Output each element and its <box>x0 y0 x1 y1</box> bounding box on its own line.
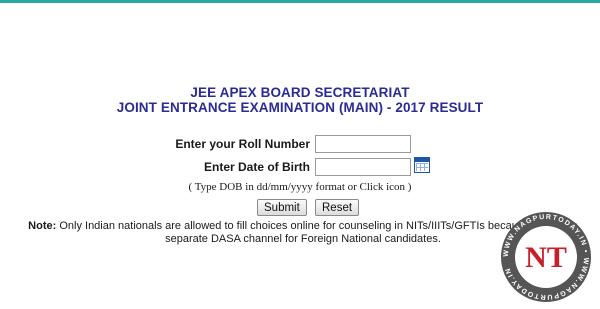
calendar-grid <box>416 163 428 171</box>
dob-label: Enter Date of Birth <box>203 160 310 174</box>
page-title: JEE APEX BOARD SECRETARIAT <box>190 85 410 100</box>
note-label: Note: <box>28 220 57 232</box>
dob-input[interactable] <box>315 158 411 176</box>
note-text: Note: Only Indian nationals are allowed … <box>28 220 578 245</box>
calendar-icon[interactable] <box>414 157 430 173</box>
logo-letters: NT <box>525 241 567 274</box>
nagpur-today-watermark-logo: WWW.NAGPURTODAY.IN • WWW.NAGPURTODAY.IN … <box>501 212 591 302</box>
roll-number-label: Enter your Roll Number <box>175 137 310 151</box>
dob-format-hint: ( Type DOB in dd/mm/yyyy format or Click… <box>188 181 412 193</box>
dob-row: Enter Date of Birth <box>0 158 310 178</box>
submit-button[interactable]: Submit <box>257 199 307 216</box>
top-rule <box>0 0 600 3</box>
roll-number-row: Enter your Roll Number <box>0 135 310 155</box>
reset-button[interactable]: Reset <box>315 199 360 216</box>
roll-number-input[interactable] <box>315 135 411 153</box>
page-subtitle: JOINT ENTRANCE EXAMINATION (MAIN) - 2017… <box>116 100 484 115</box>
calendar-header <box>415 158 429 162</box>
